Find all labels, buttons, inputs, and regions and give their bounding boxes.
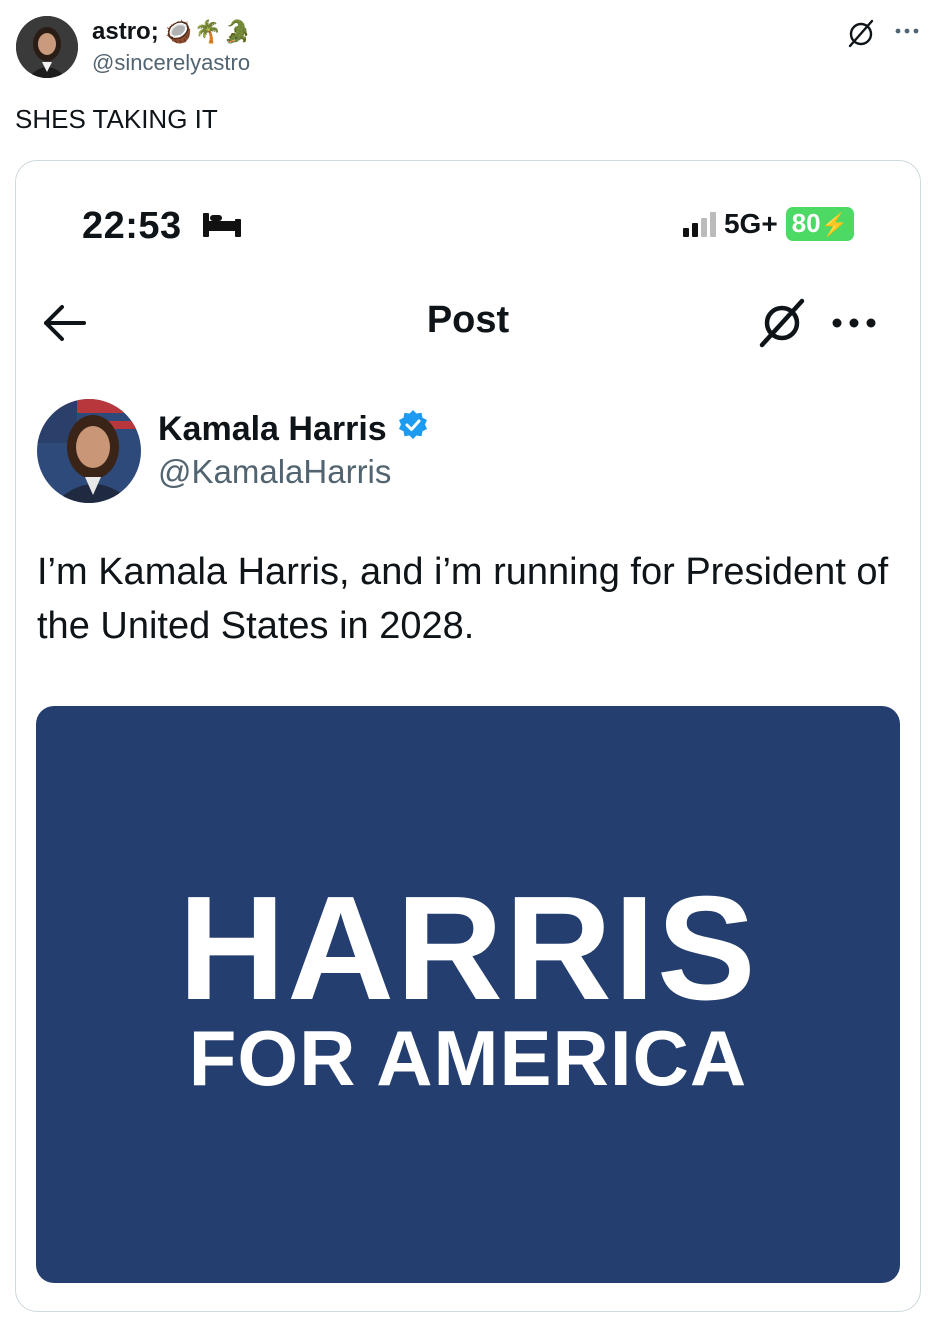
author-display-name: astro; [92,18,159,45]
embedded-screenshot[interactable]: 22:53 5G+ 80⚡ Post Kamala Harris @Kamala… [15,160,921,1312]
sleep-bed-icon [201,206,243,249]
author-emojis: 🥥 🌴 🐊 [165,19,251,45]
battery-level: 80 [791,208,821,238]
quoted-post-text: I’m Kamala Harris, and i’m running for P… [37,551,889,647]
verified-badge-icon [397,409,429,450]
status-time-text: 22:53 [82,205,182,247]
author-name[interactable]: astro; 🥥 🌴 🐊 [92,18,251,46]
grok-icon[interactable] [846,18,876,48]
banner-subtitle: FOR AMERICA [188,1014,748,1102]
more-options-icon[interactable] [894,16,920,51]
battery-indicator: 80⚡ [785,207,854,241]
banner-title: HARRIS [178,866,758,1031]
more-options-icon [828,297,880,354]
campaign-banner-image: HARRIS FOR AMERICA [36,706,900,1283]
quoted-display-name: Kamala Harris [158,410,387,448]
palm-tree-icon: 🌴 [194,19,222,44]
crocodile-icon: 🐊 [223,19,251,44]
post-text: SHES TAKING IT [15,104,218,134]
author-handle[interactable]: @sincerelyastro [92,50,250,76]
cellular-signal-icon [682,211,716,237]
charging-bolt-icon: ⚡ [820,212,848,237]
quoted-avatar [37,399,141,503]
status-bar-time: 22:53 [82,205,243,249]
coconut-icon: 🥥 [164,19,193,44]
status-bar-right: 5G+ 80⚡ [682,207,854,241]
avatar[interactable] [16,16,78,78]
quoted-author-name: Kamala Harris [158,409,429,450]
network-type: 5G+ [723,208,778,239]
quoted-author-handle: @KamalaHarris [158,453,392,490]
grok-icon [756,297,808,354]
